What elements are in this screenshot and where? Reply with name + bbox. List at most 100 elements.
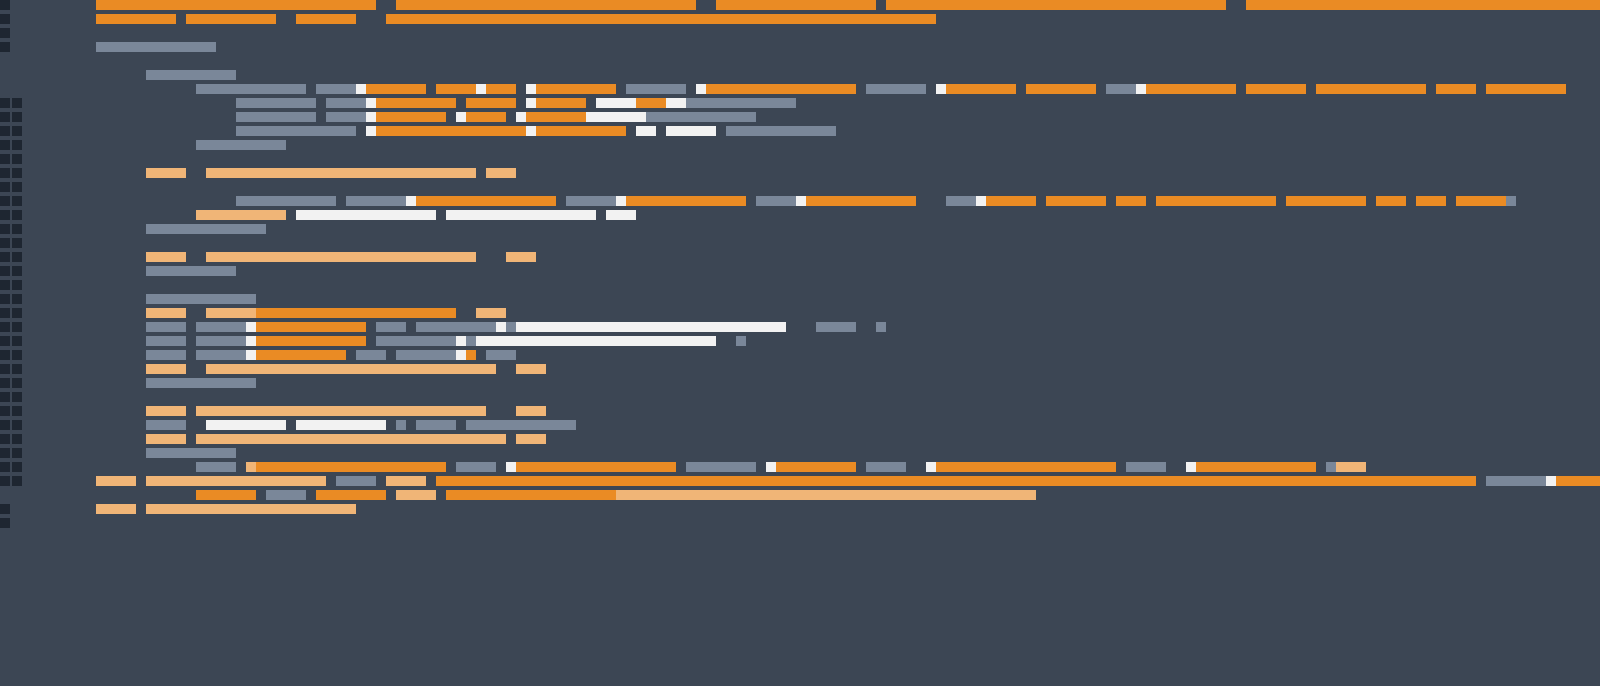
minimap-line[interactable] [0, 28, 1600, 42]
minimap-token [146, 294, 256, 304]
minimap-line[interactable] [0, 504, 1600, 518]
minimap-token [476, 308, 506, 318]
minimap-line[interactable] [0, 252, 1600, 266]
minimap-line[interactable] [0, 462, 1600, 476]
minimap-line[interactable] [0, 490, 1600, 504]
minimap-line[interactable] [0, 70, 1600, 84]
minimap-token [366, 322, 376, 332]
minimap-line[interactable] [0, 0, 1600, 14]
minimap-token [496, 322, 506, 332]
minimap-line[interactable] [0, 350, 1600, 364]
minimap-line[interactable] [0, 210, 1600, 224]
minimap-token [146, 476, 326, 486]
minimap-line[interactable] [0, 448, 1600, 462]
minimap-line[interactable] [0, 154, 1600, 168]
minimap-token [186, 420, 206, 430]
fold-gutter-tick [12, 266, 22, 276]
minimap-token [446, 112, 456, 122]
code-minimap[interactable] [0, 0, 1600, 532]
minimap-token [176, 14, 186, 24]
minimap-token [1316, 84, 1426, 94]
fold-gutter-tick [24, 322, 34, 332]
minimap-line[interactable] [0, 518, 1600, 532]
minimap-line[interactable] [0, 84, 1600, 98]
minimap-line[interactable] [0, 266, 1600, 280]
minimap-line[interactable] [0, 140, 1600, 154]
minimap-line[interactable] [0, 126, 1600, 140]
minimap-line[interactable] [0, 392, 1600, 406]
minimap-token [356, 14, 386, 24]
minimap-token [1276, 196, 1286, 206]
minimap-token [1446, 196, 1456, 206]
minimap-token [1226, 0, 1246, 10]
minimap-line[interactable] [0, 308, 1600, 322]
minimap-token [636, 126, 656, 136]
minimap-token [456, 112, 466, 122]
fold-gutter-tick [12, 98, 22, 108]
minimap-token [146, 70, 236, 80]
minimap-token [186, 434, 196, 444]
minimap-line[interactable] [0, 182, 1600, 196]
minimap-token [586, 98, 596, 108]
minimap-line[interactable] [0, 364, 1600, 378]
minimap-token [416, 420, 456, 430]
minimap-line[interactable] [0, 14, 1600, 28]
minimap-token [436, 490, 446, 500]
fold-gutter-tick [12, 518, 22, 528]
fold-gutter-tick [12, 70, 22, 80]
minimap-line[interactable] [0, 476, 1600, 490]
minimap-token [386, 476, 426, 486]
minimap-token [146, 364, 186, 374]
minimap-token [686, 462, 756, 472]
minimap-line[interactable] [0, 322, 1600, 336]
minimap-token [136, 504, 146, 514]
fold-gutter-tick [24, 280, 34, 290]
minimap-token [1136, 84, 1146, 94]
minimap-token [416, 322, 496, 332]
minimap-token [236, 112, 316, 122]
fold-gutter-tick [12, 434, 22, 444]
minimap-token [186, 364, 206, 374]
minimap-line[interactable] [0, 406, 1600, 420]
fold-gutter-tick [12, 182, 22, 192]
minimap-token [396, 0, 696, 10]
minimap-line[interactable] [0, 98, 1600, 112]
minimap-token [236, 126, 356, 136]
minimap-line[interactable] [0, 56, 1600, 70]
fold-gutter-tick [0, 210, 10, 220]
minimap-token [856, 84, 866, 94]
minimap-line[interactable] [0, 112, 1600, 126]
minimap-line[interactable] [0, 420, 1600, 434]
minimap-token [1486, 476, 1546, 486]
fold-gutter-tick [0, 336, 10, 346]
minimap-token [326, 98, 366, 108]
fold-gutter-tick [0, 476, 10, 486]
minimap-token [736, 336, 746, 346]
fold-gutter-tick [12, 448, 22, 458]
minimap-line[interactable] [0, 336, 1600, 350]
fold-gutter-tick [24, 420, 34, 430]
minimap-token [456, 98, 466, 108]
minimap-token [356, 84, 366, 94]
minimap-line[interactable] [0, 168, 1600, 182]
minimap-line[interactable] [0, 434, 1600, 448]
minimap-token [246, 322, 256, 332]
minimap-token [556, 196, 566, 206]
minimap-token [656, 126, 666, 136]
fold-gutter-tick [24, 392, 34, 402]
minimap-token [316, 490, 386, 500]
minimap-token [666, 98, 686, 108]
minimap-token [436, 210, 446, 220]
minimap-token [326, 112, 366, 122]
minimap-line[interactable] [0, 224, 1600, 238]
fold-gutter-tick [0, 140, 10, 150]
minimap-token [1546, 476, 1556, 486]
minimap-line[interactable] [0, 42, 1600, 56]
minimap-token [236, 462, 246, 472]
minimap-line[interactable] [0, 378, 1600, 392]
minimap-line[interactable] [0, 280, 1600, 294]
fold-gutter-tick [12, 84, 22, 94]
minimap-line[interactable] [0, 238, 1600, 252]
minimap-line[interactable] [0, 294, 1600, 308]
minimap-line[interactable] [0, 196, 1600, 210]
